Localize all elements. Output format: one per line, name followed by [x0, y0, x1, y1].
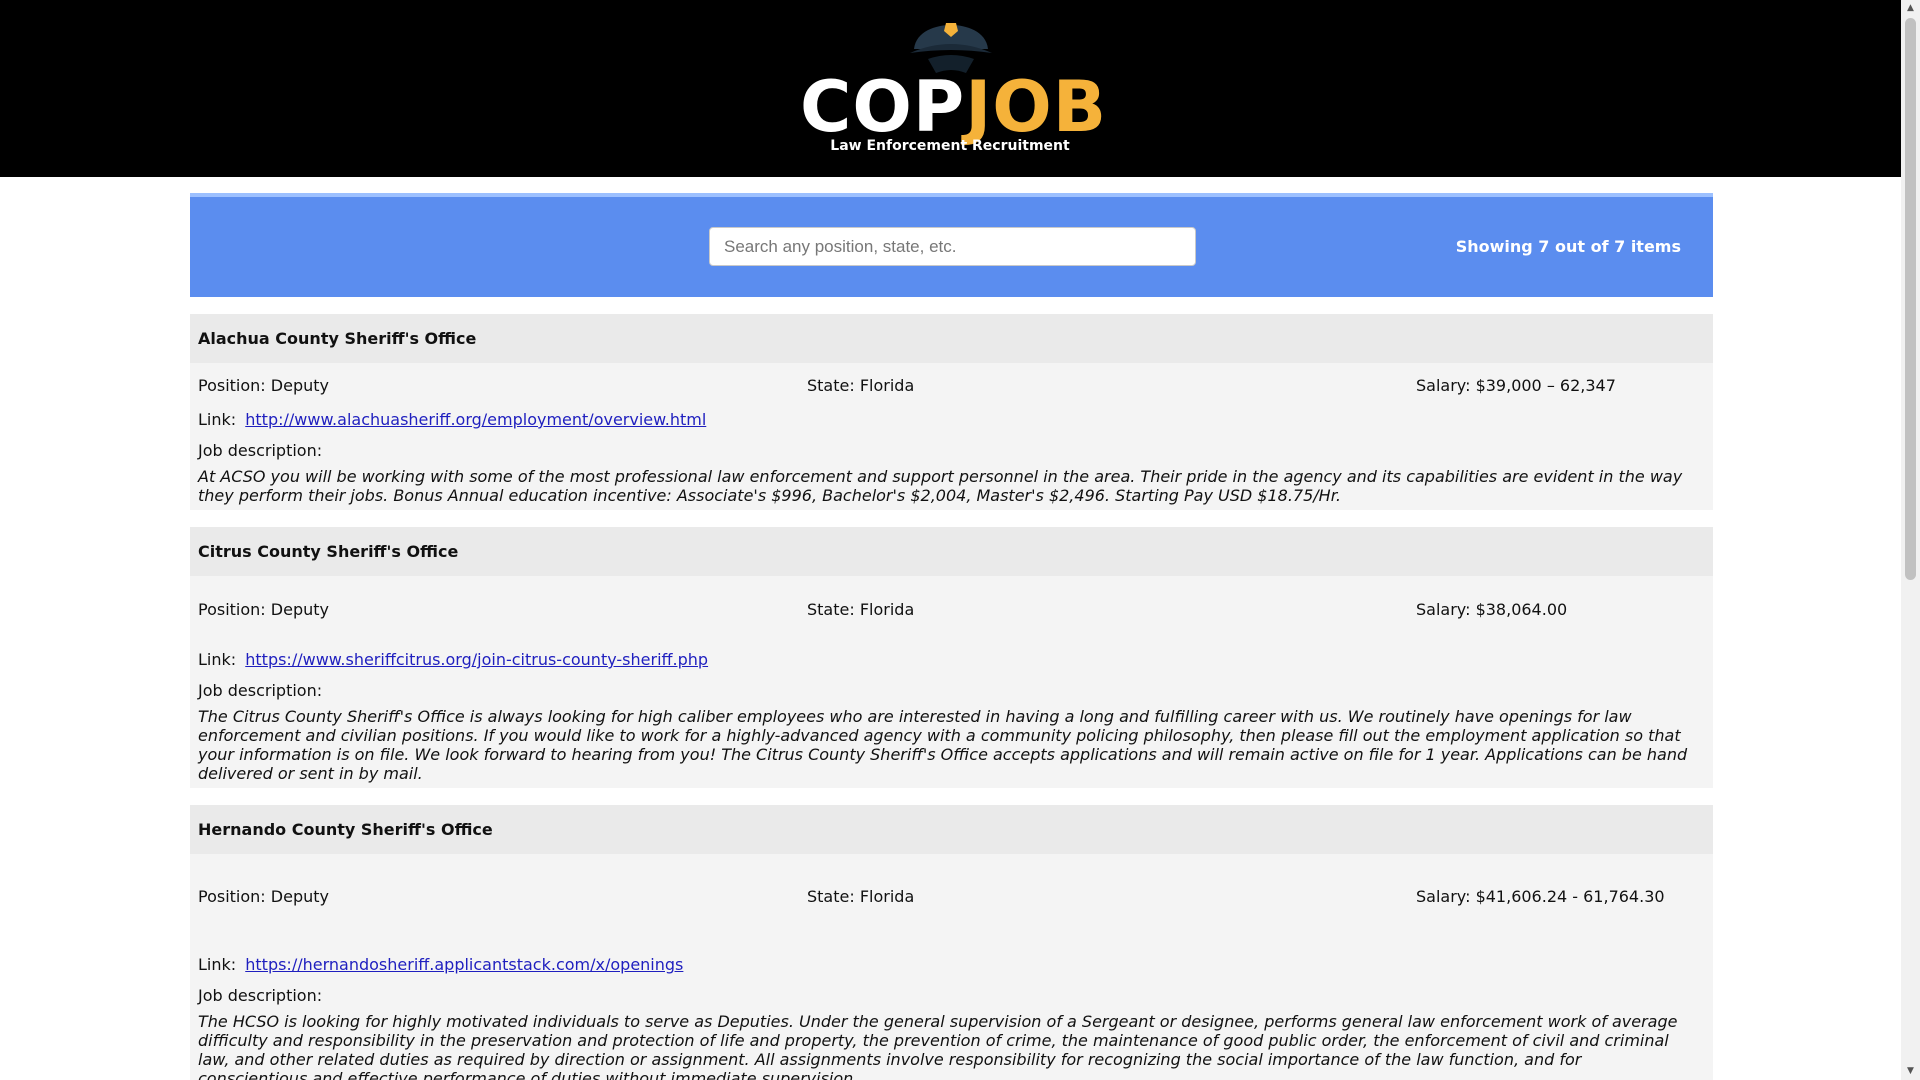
main-content: Showing 7 out of 7 items Alachua County …: [190, 193, 1713, 1080]
job-description-label: Job description:: [198, 986, 323, 1005]
scroll-up-arrow-icon[interactable]: ▲: [1901, 0, 1920, 17]
job-link-row: Link: http://www.alachuasheriff.org/empl…: [198, 410, 1705, 429]
job-salary: Salary: $39,000 – 62,347: [1416, 376, 1616, 395]
job-link-label: Link:: [198, 410, 237, 429]
logo-job: JOB: [965, 66, 1108, 148]
job-description: The HCSO is looking for highly motivated…: [198, 1012, 1678, 1080]
site-header: COPJOB Law Enforcement Recruitment: [0, 0, 1901, 177]
job-agency-title: Citrus County Sheriff's Office: [190, 527, 1713, 576]
job-link-row: Link: https://hernandosheriff.applicants…: [198, 955, 1705, 974]
vertical-scrollbar[interactable]: ▲ ▼: [1901, 0, 1920, 1080]
job-body: Position: Deputy State: Florida Salary: …: [190, 854, 1713, 1080]
job-position: Position: Deputy: [198, 887, 329, 906]
job-agency-title: Hernando County Sheriff's Office: [190, 805, 1713, 854]
job-state: State: Florida: [807, 887, 915, 906]
results-count: Showing 7 out of 7 items: [1455, 237, 1681, 256]
page: COPJOB Law Enforcement Recruitment Showi…: [0, 0, 1901, 1080]
job-description: The Citrus County Sheriff's Office is al…: [198, 707, 1688, 783]
job-link-row: Link: https://www.sheriffcitrus.org/join…: [198, 650, 1705, 669]
search-input[interactable]: [709, 227, 1196, 266]
job-salary: Salary: $38,064.00: [1416, 599, 1568, 619]
job-state: State: Florida: [807, 376, 915, 395]
job-card: Citrus County Sheriff's Office Position:…: [190, 527, 1713, 788]
job-link[interactable]: http://www.alachuasheriff.org/employment…: [245, 410, 706, 429]
logo-wordmark: COPJOB: [800, 72, 1106, 142]
job-link[interactable]: https://www.sheriffcitrus.org/join-citru…: [245, 650, 708, 669]
job-body: Position: Deputy State: Florida Salary: …: [190, 363, 1713, 510]
job-body: Position: Deputy State: Florida Salary: …: [190, 576, 1713, 788]
job-link[interactable]: https://hernandosheriff.applicantstack.c…: [245, 955, 683, 974]
job-position: Position: Deputy: [198, 599, 329, 619]
scroll-down-arrow-icon[interactable]: ▼: [1901, 1063, 1920, 1080]
job-meta-row: Position: Deputy State: Florida Salary: …: [198, 854, 1705, 939]
job-description: At ACSO you will be working with some of…: [198, 467, 1683, 505]
job-meta-row: Position: Deputy State: Florida Salary: …: [198, 576, 1705, 642]
copjob-logo[interactable]: COPJOB Law Enforcement Recruitment: [800, 14, 1106, 164]
job-salary: Salary: $41,606.24 - 61,764.30: [1416, 887, 1665, 906]
job-position: Position: Deputy: [198, 376, 329, 395]
job-card: Hernando County Sheriff's Office Positio…: [190, 805, 1713, 1080]
scroll-thumb[interactable]: [1905, 18, 1916, 580]
job-link-label: Link:: [198, 955, 237, 974]
job-description-label: Job description:: [198, 681, 323, 700]
job-agency-title: Alachua County Sheriff's Office: [190, 314, 1713, 363]
search-panel: Showing 7 out of 7 items: [190, 193, 1713, 297]
job-card: Alachua County Sheriff's Office Position…: [190, 314, 1713, 510]
job-link-label: Link:: [198, 650, 237, 669]
job-description-label: Job description:: [198, 441, 323, 460]
logo-cop: COP: [800, 66, 966, 148]
job-state: State: Florida: [807, 599, 915, 619]
logo-tagline: Law Enforcement Recruitment: [830, 138, 1070, 154]
job-meta-row: Position: Deputy State: Florida Salary: …: [198, 363, 1705, 408]
